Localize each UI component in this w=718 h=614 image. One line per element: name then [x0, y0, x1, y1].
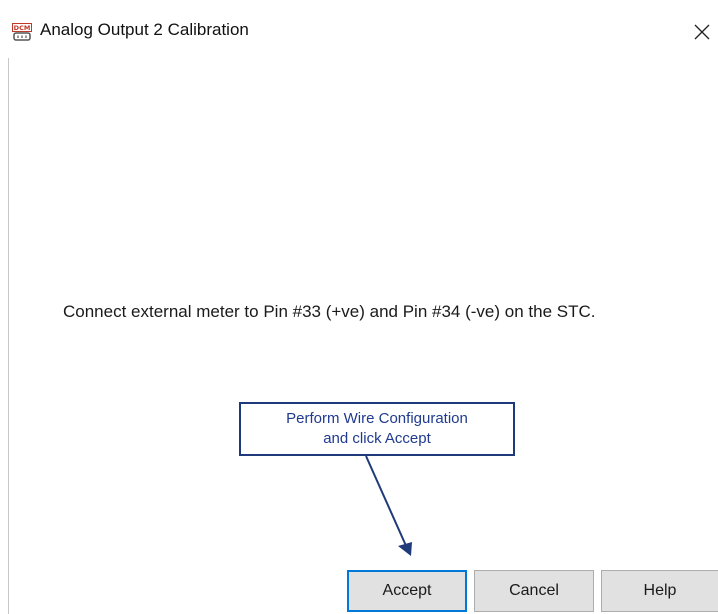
- window-left-border: [8, 56, 9, 614]
- dcm-app-icon: DCM: [12, 23, 32, 42]
- title-bar[interactable]: DCM Analog Output 2 Calibration: [0, 0, 718, 58]
- accept-button[interactable]: Accept: [347, 570, 467, 612]
- svg-text:DCM: DCM: [14, 24, 31, 32]
- callout-line-2: and click Accept: [323, 430, 431, 447]
- window-title: Analog Output 2 Calibration: [40, 20, 249, 39]
- annotation-callout: Perform Wire Configuration and click Acc…: [239, 402, 515, 456]
- cancel-button[interactable]: Cancel: [474, 570, 594, 612]
- close-button[interactable]: [686, 16, 718, 48]
- close-icon: [694, 24, 710, 40]
- instruction-message: Connect external meter to Pin #33 (+ve) …: [63, 302, 596, 321]
- calibration-dialog: DCM Analog Output 2 Calibration Connect …: [0, 0, 718, 614]
- callout-line-1: Perform Wire Configuration: [286, 410, 468, 427]
- help-button[interactable]: Help: [601, 570, 718, 612]
